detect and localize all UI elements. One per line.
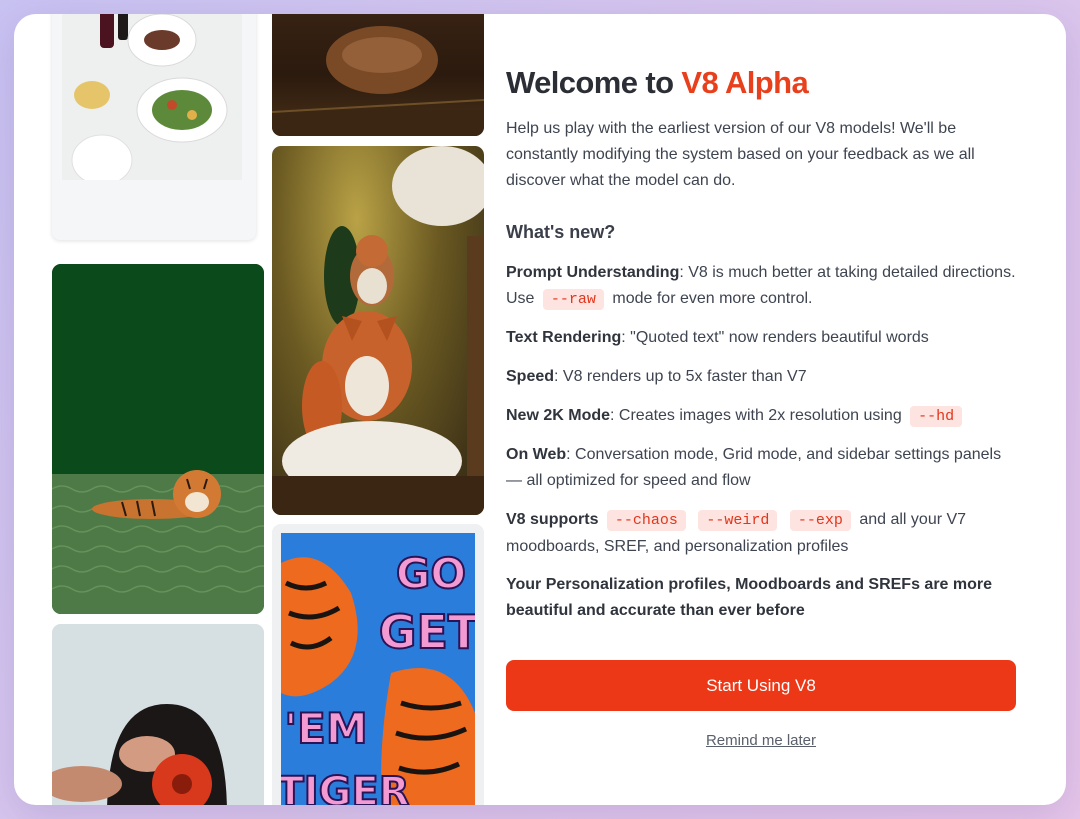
feature-text-rendering: Text Rendering: "Quoted text" now render… [506,325,1016,351]
feature-text: : Conversation mode, Grid mode, and side… [506,446,1002,489]
remind-me-later-link[interactable]: Remind me later [506,732,1016,749]
intro-text: Help us play with the earliest version o… [506,120,975,189]
tiger-in-field-image [52,264,264,614]
wooden-object-image [272,14,484,136]
code-raw: --raw [542,289,604,310]
feature-on-web: On Web: Conversation mode, Grid mode, an… [506,442,1016,494]
tiger-poster-image: GO GET 'EM TIGER [272,524,484,805]
feature-text: : V8 renders up to 5x faster than V7 [554,368,807,385]
feature-personalization: Your Personalization profiles, Moodboard… [506,576,993,619]
modal-content: Welcome to V8 Alpha Help us play with th… [506,62,1016,749]
feature-label: Speed [506,368,555,385]
feature-label: Prompt Understanding [506,264,680,281]
feature-label: New 2K Mode [506,407,611,424]
portrait-flower-image [52,624,264,805]
feature-label: Text Rendering [506,329,622,346]
feature-text: mode for even more control. [612,290,813,307]
poster-text-get: GET [379,605,475,659]
image-gallery: GO GET 'EM TIGER [14,14,484,805]
whats-new-heading: What's new? [506,222,616,242]
feature-label: On Web [506,446,567,463]
feature-text: : Creates images with 2x resolution usin… [610,407,902,424]
code-exp: --exp [789,510,851,531]
feature-prompt-understanding: Prompt Understanding: V8 is much better … [506,260,1016,313]
feature-label: V8 supports [506,511,599,528]
polaroid-dinner-image [52,14,256,240]
start-using-v8-button[interactable]: Start Using V8 [506,660,1016,711]
code-chaos: --chaos [606,510,686,531]
poster-text-go: GO [396,549,466,598]
title-accent: V8 Alpha [681,65,809,100]
feature-text: : "Quoted text" now renders beautiful wo… [621,329,929,346]
felt-fox-bird-image [272,146,484,515]
modal-title: Welcome to V8 Alpha [506,62,1016,104]
code-weird: --weird [698,510,778,531]
code-hd: --hd [910,406,963,427]
poster-text-em: 'EM [284,704,367,753]
feature-2k-mode: New 2K Mode: Creates images with 2x reso… [506,403,1016,430]
poster-text-tiger: TIGER [281,769,410,805]
feature-v8-supports: V8 supports --chaos --weird --exp and al… [506,507,1016,560]
title-prefix: Welcome to [506,65,682,100]
feature-speed: Speed: V8 renders up to 5x faster than V… [506,364,1016,390]
